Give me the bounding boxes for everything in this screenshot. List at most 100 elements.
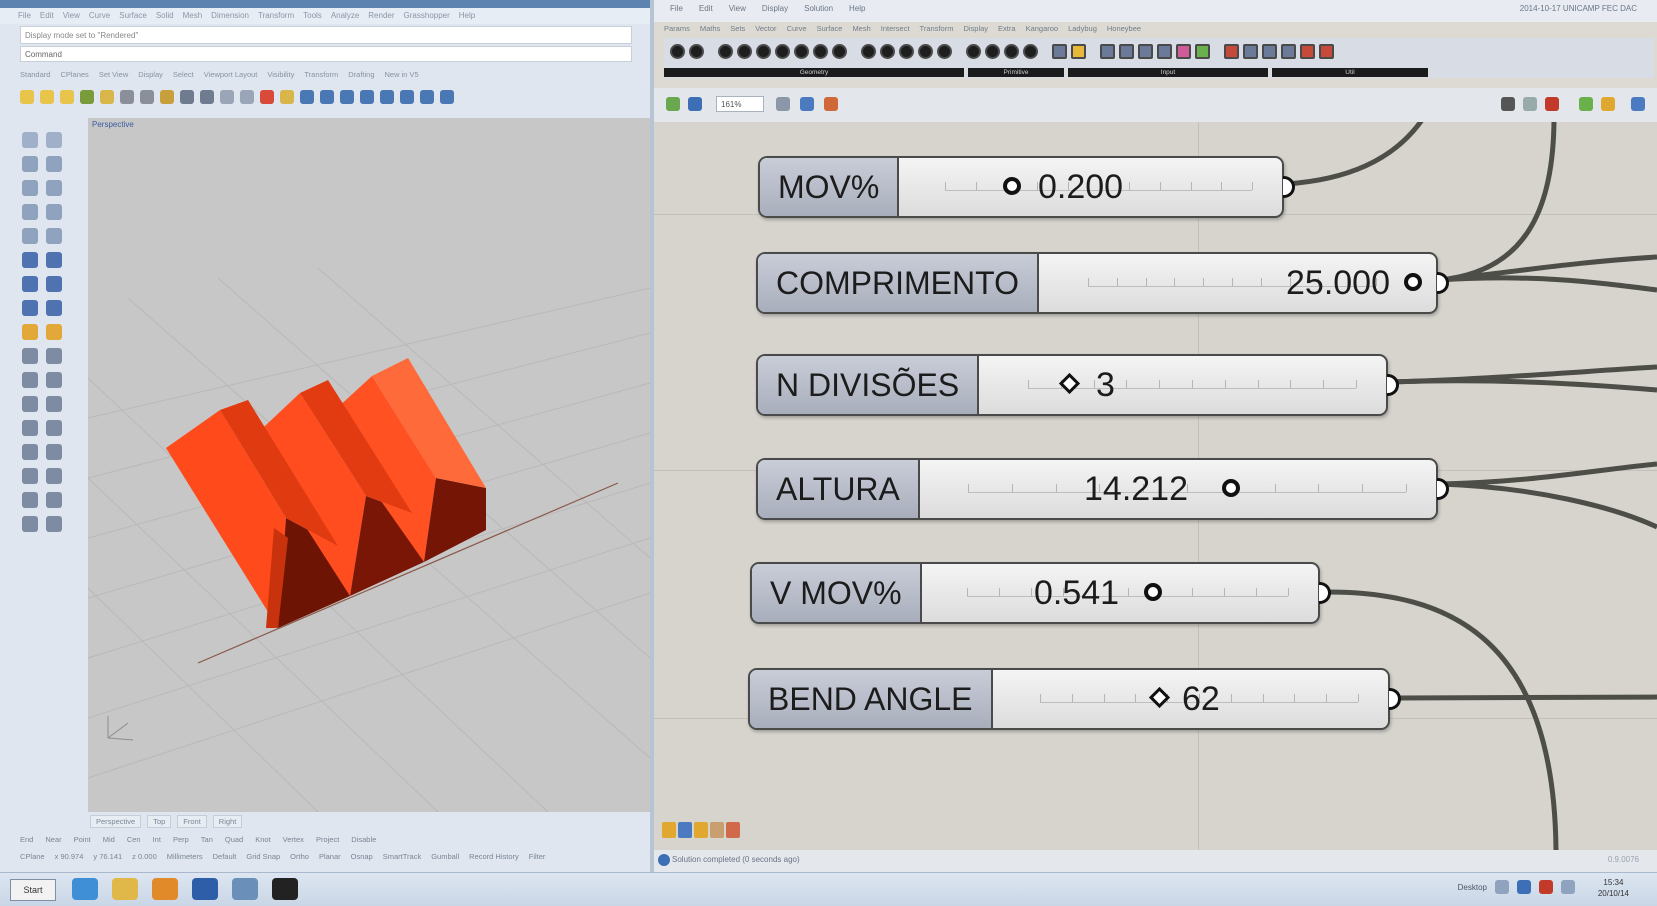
split-icon[interactable] (46, 420, 62, 436)
gh-tab[interactable]: Kangaroo (1026, 24, 1059, 33)
light-icon[interactable] (22, 324, 38, 340)
arc-icon[interactable] (46, 180, 62, 196)
param-icon[interactable] (937, 44, 952, 59)
param-icon[interactable] (918, 44, 933, 59)
solid-icon[interactable] (22, 276, 38, 292)
osnap-toggle[interactable]: Knot (255, 835, 270, 849)
osnap-toggle[interactable]: Project (316, 835, 339, 849)
dimension-icon[interactable] (22, 348, 38, 364)
check-icon[interactable] (46, 492, 62, 508)
solid-icon[interactable] (320, 90, 334, 104)
gh-tab[interactable]: Maths (700, 24, 720, 33)
param-icon[interactable] (985, 44, 1000, 59)
solver-icon[interactable] (1631, 97, 1645, 111)
light-icon[interactable] (46, 324, 62, 340)
gh-menu-item[interactable]: Edit (699, 4, 713, 13)
util-icon[interactable] (1300, 44, 1315, 59)
gh-tab[interactable]: Curve (787, 24, 807, 33)
move-icon[interactable] (22, 372, 38, 388)
status-layer[interactable]: Default (213, 852, 237, 866)
group-icon[interactable] (46, 468, 62, 484)
point-icon[interactable] (46, 132, 62, 148)
fillet-icon[interactable] (22, 228, 38, 244)
solid-icon[interactable] (440, 90, 454, 104)
swatch-icon[interactable] (1176, 44, 1191, 59)
gh-menu-item[interactable]: View (729, 4, 746, 13)
number-slider-mov[interactable]: MOV% 0.200 (758, 156, 1295, 218)
tree-icon[interactable] (80, 90, 94, 104)
gh-menu-item[interactable]: File (670, 4, 683, 13)
light-icon[interactable] (280, 90, 294, 104)
shaded-icon[interactable] (1545, 97, 1559, 111)
toolbar-tab[interactable]: New in V5 (385, 68, 419, 82)
param-icon[interactable] (756, 44, 771, 59)
param-icon[interactable] (813, 44, 828, 59)
folder-icon[interactable] (112, 878, 138, 900)
widget-icon[interactable] (694, 822, 708, 838)
toolbar-tab[interactable]: CPlanes (60, 68, 88, 82)
osnap-toggle[interactable]: Quad (225, 835, 243, 849)
gh-tab[interactable]: Ladybug (1068, 24, 1097, 33)
gh-tab[interactable]: Mesh (852, 24, 870, 33)
wire-icon[interactable] (1523, 97, 1537, 111)
status-osnap[interactable]: Osnap (351, 852, 373, 866)
command-input[interactable]: Command (20, 46, 632, 62)
gh-tab[interactable]: Vector (755, 24, 776, 33)
offset-icon[interactable] (46, 228, 62, 244)
lock-icon[interactable] (140, 90, 154, 104)
util-icon[interactable] (1281, 44, 1296, 59)
volume-icon[interactable] (1561, 880, 1575, 894)
panel-icon[interactable] (1071, 44, 1086, 59)
menu-item[interactable]: File (18, 8, 31, 24)
param-icon[interactable] (737, 44, 752, 59)
zoom-icon[interactable] (22, 516, 38, 532)
osnap-toggle[interactable]: Mid (103, 835, 115, 849)
param-icon[interactable] (670, 44, 685, 59)
param-icon[interactable] (832, 44, 847, 59)
circle-icon[interactable] (22, 180, 38, 196)
select-icon[interactable] (22, 132, 38, 148)
input-icon[interactable] (1100, 44, 1115, 59)
osnap-toggle[interactable]: Near (45, 835, 61, 849)
param-icon[interactable] (861, 44, 876, 59)
bake-icon[interactable] (1601, 97, 1615, 111)
menu-item[interactable]: Transform (258, 8, 294, 24)
trim-icon[interactable] (22, 420, 38, 436)
number-slider-n-divisoes[interactable]: N DIVISÕES 3 (756, 354, 1399, 416)
toolbar-tab[interactable]: Transform (304, 68, 338, 82)
util-icon[interactable] (1319, 44, 1334, 59)
save-icon[interactable] (688, 97, 702, 111)
slider-grip[interactable] (1144, 583, 1162, 601)
toolbar-tab[interactable]: Set View (99, 68, 128, 82)
layer-icon[interactable] (220, 90, 234, 104)
util-icon[interactable] (1243, 44, 1258, 59)
util-icon[interactable] (1262, 44, 1277, 59)
surface-icon[interactable] (22, 252, 38, 268)
join-icon[interactable] (22, 444, 38, 460)
light-icon[interactable] (60, 90, 74, 104)
gh-tab[interactable]: Params (664, 24, 690, 33)
widget-icon[interactable] (678, 822, 692, 838)
widget-icon[interactable] (726, 822, 740, 838)
viewport-title[interactable]: Perspective (92, 120, 134, 129)
mirror-icon[interactable] (46, 396, 62, 412)
osnap-toggle[interactable]: Tan (201, 835, 213, 849)
osnap-toggle[interactable]: Perp (173, 835, 189, 849)
gh-tab[interactable]: Transform (920, 24, 954, 33)
solid-icon[interactable] (360, 90, 374, 104)
tray-icon[interactable] (1495, 880, 1509, 894)
solid-icon[interactable] (420, 90, 434, 104)
toolbar-tab[interactable]: Drafting (348, 68, 374, 82)
viewport-tab-top[interactable]: Top (147, 815, 172, 828)
media-icon[interactable] (152, 878, 178, 900)
zoom-field[interactable]: 161% (716, 96, 764, 112)
zoom-extents-icon[interactable] (776, 97, 790, 111)
rotate-icon[interactable] (46, 372, 62, 388)
rectangle-icon[interactable] (22, 204, 38, 220)
osnap-toggle[interactable]: Int (153, 835, 161, 849)
slider-grip[interactable] (1222, 479, 1240, 497)
open-icon[interactable] (666, 97, 680, 111)
rhino-icon[interactable] (272, 878, 298, 900)
menu-item[interactable]: Edit (40, 8, 54, 24)
scale-icon[interactable] (22, 396, 38, 412)
